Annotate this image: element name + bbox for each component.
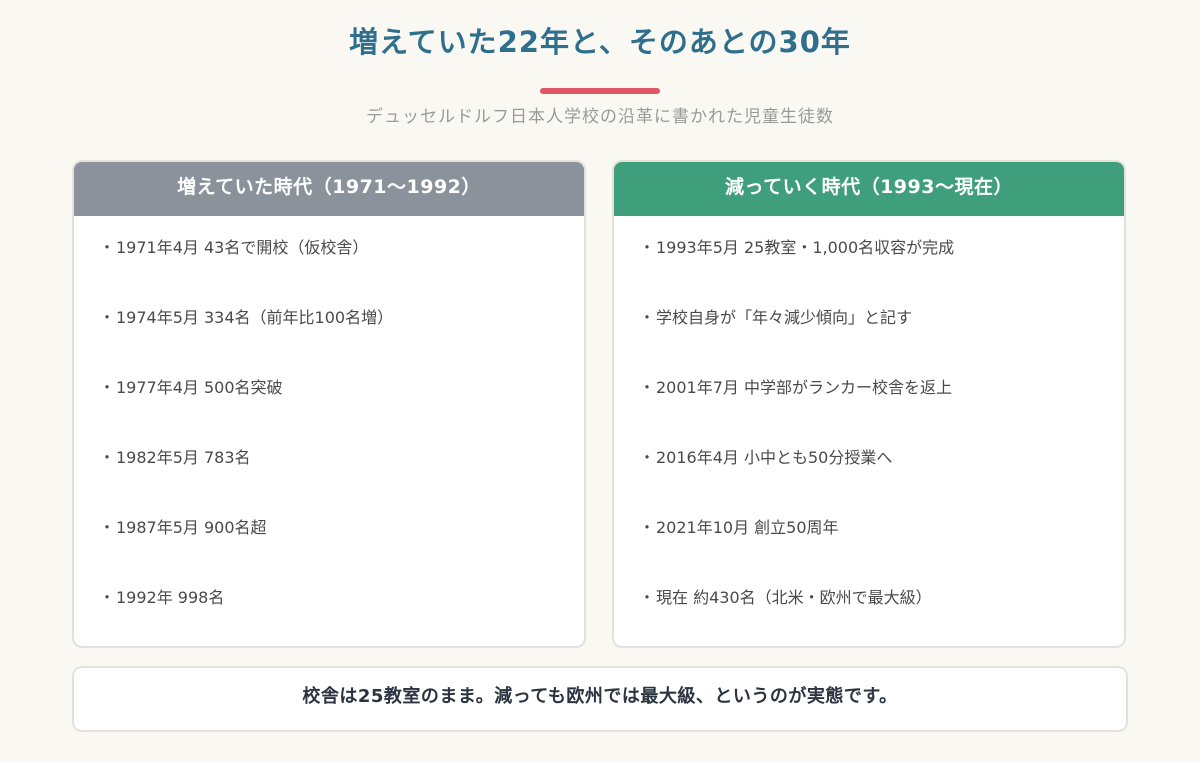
subtitle: デュッセルドルフ日本人学校の沿革に書かれた児童生徒数 (366, 107, 834, 127)
list-item-text: 1982年5月 783名 (116, 448, 251, 467)
list-item-text: 2001年7月 中学部がランカー校舎を返上 (656, 378, 952, 397)
list-item-text: 1987年5月 900名超 (116, 518, 267, 537)
bullet: ・ (98, 448, 115, 467)
bullet: ・ (638, 378, 655, 397)
list-item: ・学校自身が「年々減少傾向」と記す (638, 304, 1124, 374)
list-item-text: 2021年10月 創立50周年 (656, 518, 839, 537)
list-item: ・2021年10月 創立50周年 (638, 514, 1124, 584)
decline-era-panel: 減っていく時代（1993〜現在） ・1993年5月 25教室・1,000名収容が… (612, 160, 1126, 648)
list-item: ・1974年5月 334名（前年比100名増） (98, 304, 584, 374)
list-item: ・2001年7月 中学部がランカー校舎を返上 (638, 374, 1124, 444)
decline-era-heading: 減っていく時代（1993〜現在） (614, 162, 1124, 216)
list-item: ・1982年5月 783名 (98, 444, 584, 514)
growth-era-list: ・1971年4月 43名で開校（仮校舎） ・1974年5月 334名（前年比10… (74, 216, 584, 646)
list-item: ・1992年 998名 (98, 584, 584, 646)
bullet: ・ (638, 448, 655, 467)
bullet: ・ (638, 308, 655, 327)
page-title: 増えていた22年と、そのあとの30年 (349, 25, 851, 59)
bullet: ・ (98, 238, 115, 257)
list-item-text: 現在 約430名（北米・欧州で最大級） (656, 588, 932, 607)
list-item: ・1971年4月 43名で開校（仮校舎） (98, 234, 584, 304)
growth-era-heading: 増えていた時代（1971〜1992） (74, 162, 584, 216)
list-item: ・1977年4月 500名突破 (98, 374, 584, 444)
bullet: ・ (98, 308, 115, 327)
list-item: ・2016年4月 小中とも50分授業へ (638, 444, 1124, 514)
list-item-text: 1974年5月 334名（前年比100名増） (116, 308, 394, 327)
list-item: ・現在 約430名（北米・欧州で最大級） (638, 584, 1124, 646)
title-underline (540, 88, 660, 94)
bullet: ・ (98, 518, 115, 537)
list-item: ・1987年5月 900名超 (98, 514, 584, 584)
list-item-text: 学校自身が「年々減少傾向」と記す (656, 308, 913, 327)
summary-box: 校舎は25教室のまま。減っても欧州では最大級、というのが実態です。 (72, 666, 1128, 732)
list-item-text: 1993年5月 25教室・1,000名収容が完成 (656, 238, 955, 257)
bullet: ・ (638, 238, 655, 257)
list-item-text: 1992年 998名 (116, 588, 225, 607)
decline-era-list: ・1993年5月 25教室・1,000名収容が完成 ・学校自身が「年々減少傾向」… (614, 216, 1124, 646)
growth-era-panel: 増えていた時代（1971〜1992） ・1971年4月 43名で開校（仮校舎） … (72, 160, 586, 648)
list-item-text: 2016年4月 小中とも50分授業へ (656, 448, 893, 467)
bullet: ・ (638, 588, 655, 607)
list-item-text: 1977年4月 500名突破 (116, 378, 283, 397)
bullet: ・ (638, 518, 655, 537)
bullet: ・ (98, 378, 115, 397)
bullet: ・ (98, 588, 115, 607)
list-item-text: 1971年4月 43名で開校（仮校舎） (116, 238, 369, 257)
list-item: ・1993年5月 25教室・1,000名収容が完成 (638, 234, 1124, 304)
